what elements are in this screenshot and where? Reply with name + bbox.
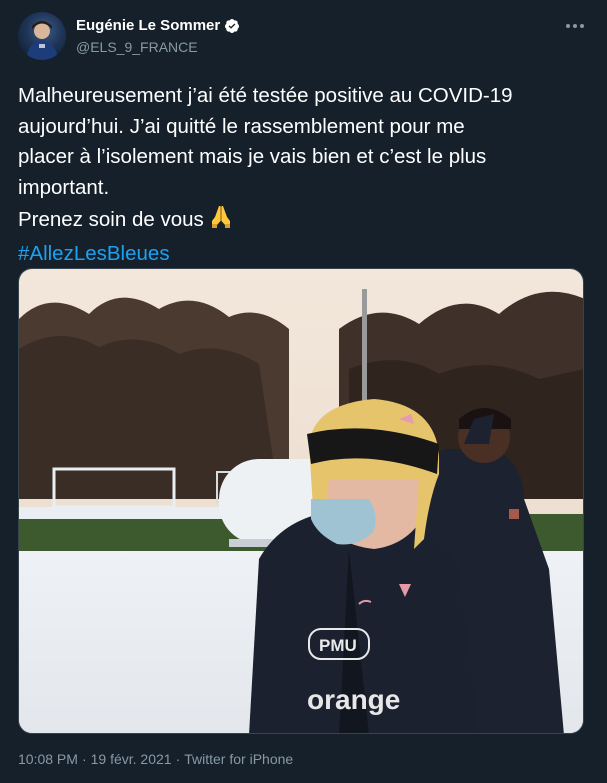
- tweet-text-line: aujourd’hui. J’ai quitté le rassemblemen…: [18, 114, 465, 138]
- tweet-text-line: placer à l’isolement mais je vais bien e…: [18, 145, 487, 168]
- avatar[interactable]: [18, 12, 66, 60]
- more-options-icon[interactable]: [563, 14, 587, 38]
- verified-badge-icon: [224, 18, 240, 34]
- tweet-date[interactable]: 19 févr. 2021: [91, 751, 172, 767]
- author-name-row[interactable]: Eugénie Le Sommer: [76, 17, 240, 34]
- shirt-brand-text: orange: [307, 684, 400, 715]
- meta-separator: ·: [81, 751, 87, 767]
- tweet-source-link[interactable]: Twitter for iPhone: [184, 751, 293, 767]
- tweet-text-line: Malheureusement j’ai été testée positive…: [18, 84, 513, 107]
- tweet-text: Malheureusement j’ai été testée positive…: [18, 81, 588, 269]
- author-handle[interactable]: @ELS_9_FRANCE: [76, 39, 198, 55]
- tweet-photo[interactable]: PMU orange: [18, 268, 584, 734]
- tweet-text-line: important.: [18, 175, 110, 199]
- tweet-metadata: 10:08 PM · 19 févr. 2021 · Twitter for i…: [18, 751, 293, 767]
- tweet-text-line: Prenez soin de vous: [18, 208, 204, 231]
- hashtag-link[interactable]: #AllezLesBleues: [18, 242, 170, 265]
- tweet-time[interactable]: 10:08 PM: [18, 751, 78, 767]
- shirt-sponsor-text: PMU: [319, 636, 357, 655]
- author-display-name[interactable]: Eugénie Le Sommer: [76, 17, 220, 34]
- tweet-text-line-with-emoji: Prenez soin de vous: [18, 203, 588, 239]
- tweet-card: Eugénie Le Sommer @ELS_9_FRANCE Malheure…: [0, 0, 607, 783]
- folded-hands-emoji-icon: [208, 203, 234, 239]
- meta-separator: ·: [175, 751, 181, 767]
